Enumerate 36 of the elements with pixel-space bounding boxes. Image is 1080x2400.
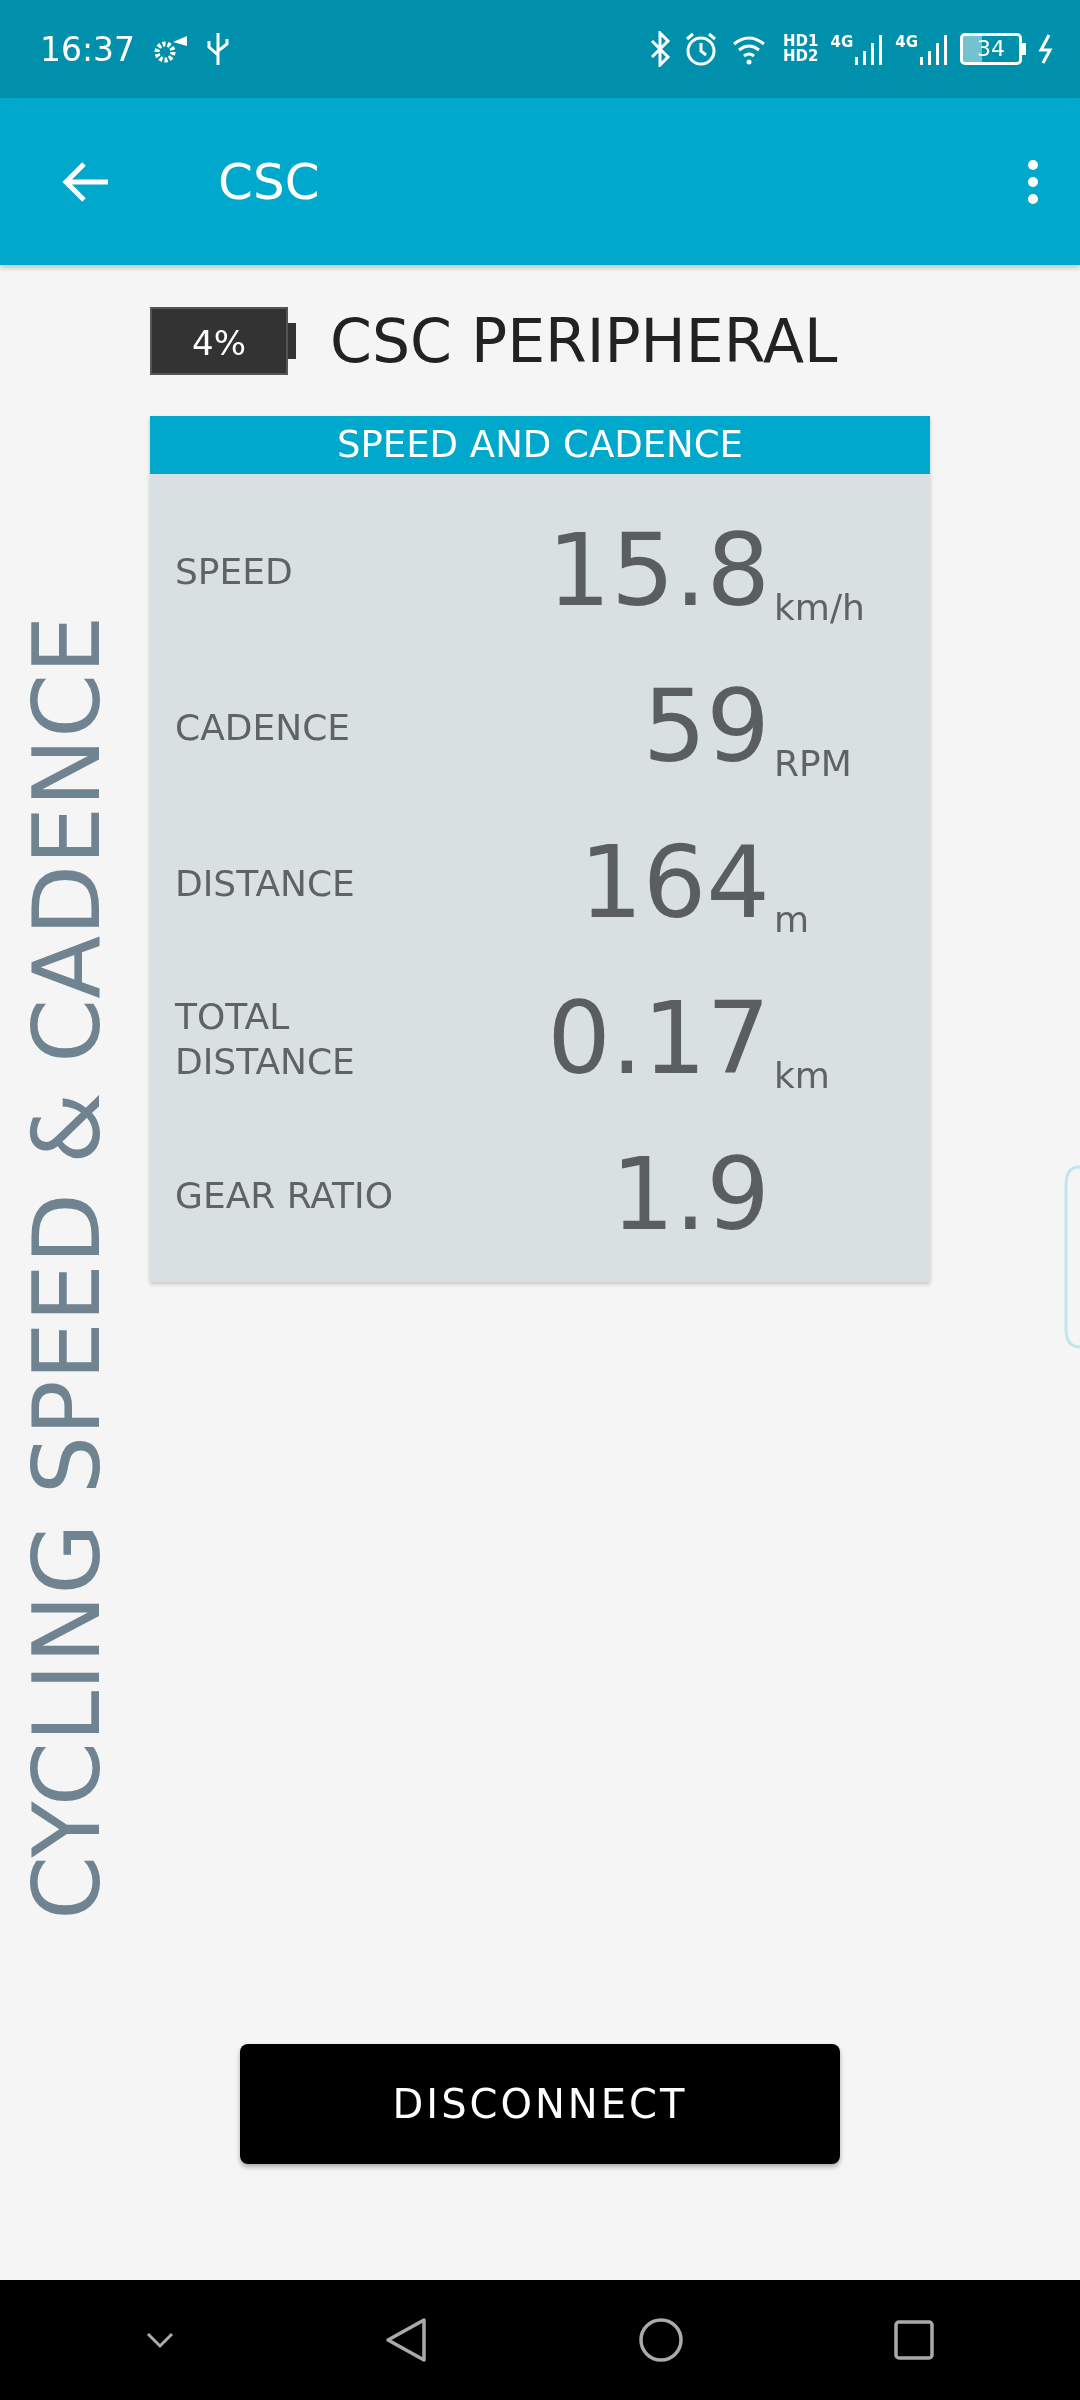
metric-label: TOTAL DISTANCE [175,995,356,1084]
metric-unit: RPM [774,743,853,784]
device-name: CSC PERIPHERAL [330,305,838,376]
card-header: SPEED AND CADENCE [150,416,930,474]
metric-label: CADENCE [175,705,352,750]
metric-value: 1.9 [609,1140,770,1250]
chevron-down-icon[interactable] [144,2330,175,2350]
app-title: CSC [218,152,321,211]
bluetooth-icon [649,31,672,67]
metric-value: 59 [641,672,770,782]
metric-label: SPEED [175,549,294,594]
more-options-icon[interactable] [1026,158,1040,205]
status-time: 16:37 [40,29,136,69]
back-icon[interactable] [384,2316,429,2364]
battery-indicator: 34 [960,33,1026,65]
metric-label: GEAR RATIO [175,1173,395,1218]
metric-label: DISTANCE [175,861,356,906]
signal-icon [853,33,884,65]
edge-handle-outline[interactable] [1063,1165,1080,1349]
home-icon[interactable] [637,2317,684,2363]
metric-value: 15.8 [546,516,770,626]
charging-icon [1038,34,1054,64]
metric-unit: km [774,1055,831,1096]
network-label: 4G [830,33,854,51]
disconnect-button[interactable]: DISCONNECT [240,2044,840,2164]
side-title: CYCLING SPEED & CADENCE [22,615,114,1920]
hd-label: HD2 [783,49,819,64]
hd-label: HD1 [783,34,819,49]
device-battery: 4% [150,306,296,375]
metric-value: 0.17 [546,984,770,1094]
metric-unit: m [774,899,811,940]
signal-icon [918,33,948,65]
metric-value: 164 [578,828,770,938]
metric-unit: km/h [774,587,866,628]
recents-icon[interactable] [893,2319,936,2361]
network-label: 4G [895,33,918,51]
